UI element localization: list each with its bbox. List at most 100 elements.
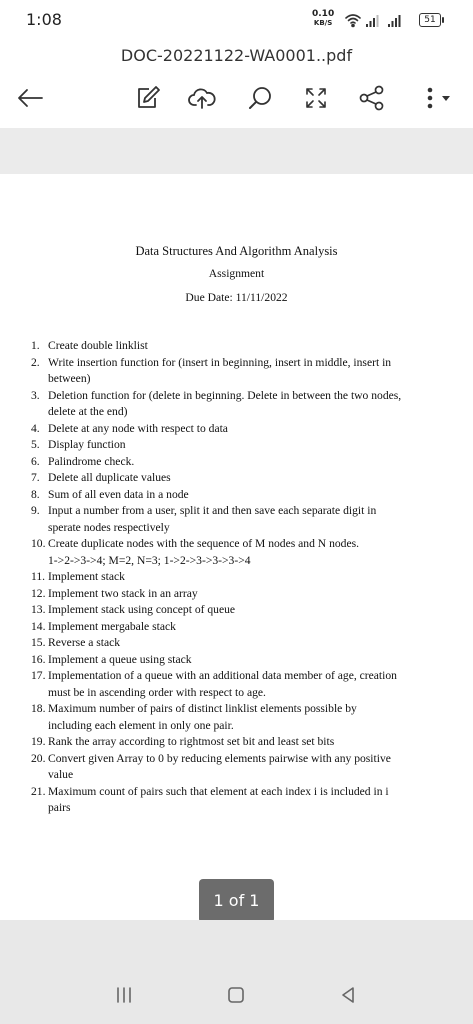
list-item-text: Deletion function for (delete in beginni… xyxy=(48,388,402,402)
list-item-text: Implement a queue using stack xyxy=(48,652,192,666)
list-item-text: pairs xyxy=(48,801,71,814)
list-item-text: Palindrome check. xyxy=(48,454,135,468)
recent-apps-icon xyxy=(117,987,131,1003)
status-time: 1:08 xyxy=(26,10,62,29)
list-item-text: Delete all duplicate values xyxy=(48,471,171,484)
list-item-text: sperate nodes respectively xyxy=(48,520,170,534)
list-item: 3. Deletion function for (delete in begin… xyxy=(31,388,451,421)
list-item-text: including each element in only one pair. xyxy=(48,718,234,732)
list-item: 9. Input a number from a user, split it a… xyxy=(31,503,451,536)
list-item: 21. Maximum count of pairs such that elem… xyxy=(31,784,451,817)
status-bar: 1:08 0.10 KB/S 51 xyxy=(0,0,473,40)
list-item-text: value xyxy=(48,768,74,781)
back-button[interactable] xyxy=(332,982,364,1008)
back-arrow-button[interactable] xyxy=(14,82,46,114)
home-icon xyxy=(228,987,244,1003)
list-item-number: 4. xyxy=(31,421,40,435)
recent-apps-button[interactable] xyxy=(108,982,140,1008)
fullscreen-icon xyxy=(306,88,326,108)
share-button[interactable] xyxy=(356,82,388,114)
cloud-upload-button[interactable] xyxy=(186,82,218,114)
search-icon xyxy=(249,87,271,109)
list-item-text: must be in ascending order with respect … xyxy=(48,685,266,699)
list-item: 2. Write insertion function for (insert i… xyxy=(31,355,451,388)
more-icon xyxy=(427,87,450,109)
search-button[interactable] xyxy=(244,82,276,114)
pdf-page: Data Structures And Algorithm Analysis A… xyxy=(0,174,473,920)
list-item-number: 21. xyxy=(31,784,46,798)
list-item: 8. Sum of all even data in a node xyxy=(31,487,451,504)
list-item: 1. Create double linklist xyxy=(31,338,451,355)
home-button[interactable] xyxy=(220,982,252,1008)
page-indicator: 1 of 1 xyxy=(199,879,274,923)
list-item: 13. Implement stack using concept of queu… xyxy=(31,602,451,619)
list-item-number: 10. xyxy=(31,537,46,550)
list-item-text: Delete at any node with respect to data xyxy=(48,421,228,435)
list-item-number: 1. xyxy=(31,339,40,352)
list-item: 4. Delete at any node with respect to dat… xyxy=(31,421,451,438)
more-button[interactable] xyxy=(416,82,460,114)
list-item-number: 13. xyxy=(31,603,46,616)
list-item: 11. Implement stack xyxy=(31,569,451,586)
toolbar xyxy=(0,70,473,126)
list-item-text: Create duplicate nodes with the sequence… xyxy=(48,537,360,550)
network-speed-value: 0.10 xyxy=(312,9,335,19)
cell-signal-2-icon xyxy=(388,15,401,27)
document-title: DOC-20221122-WA0001..pdf xyxy=(120,46,353,65)
list-item-number: 2. xyxy=(31,355,40,369)
list-item: 6. Palindrome check. xyxy=(31,454,451,471)
list-item: 14. Implement mergabale stack xyxy=(31,619,451,636)
list-item-text: Implement stack xyxy=(48,570,125,583)
page-title: Data Structures And Algorithm Analysis xyxy=(135,244,338,258)
list-item-number: 16. xyxy=(31,652,46,666)
list-item: 10. Create duplicate nodes with the seque… xyxy=(31,536,451,569)
list-item-text: Convert given Array to 0 by reducing ele… xyxy=(48,751,391,765)
list-item: 5. Display function xyxy=(31,437,451,454)
list-item-number: 9. xyxy=(31,504,40,517)
network-speed-unit: KB/S xyxy=(313,19,333,27)
list-item-number: 19. xyxy=(31,735,46,748)
list-item: 17. Implementation of a queue with an add… xyxy=(31,668,451,701)
list-item-text: Rank the array according to rightmost se… xyxy=(48,735,335,748)
battery-icon: 51 xyxy=(419,13,444,27)
page-gap xyxy=(0,128,473,174)
list-item-text: Display function xyxy=(48,438,126,451)
list-item: 18. Maximum number of pairs of distinct l… xyxy=(31,701,451,734)
page-subtitle: Assignment xyxy=(208,267,265,280)
list-item-text: between) xyxy=(48,372,91,385)
bottom-area xyxy=(0,920,473,1024)
list-item: 19. Rank the array according to rightmost… xyxy=(31,734,451,751)
list-item: 15. Reverse a stack xyxy=(31,635,451,652)
list-item-text: Write insertion function for (insert in … xyxy=(48,355,392,369)
list-item-text: Implement mergabale stack xyxy=(48,619,176,633)
network-speed: 0.10 KB/S xyxy=(312,10,334,28)
due-date: Due Date: 11/11/2022 xyxy=(185,291,288,304)
list-item-number: 18. xyxy=(31,702,46,715)
list-item: 12. Implement two stack in an array xyxy=(31,586,451,603)
list-item: 16. Implement a queue using stack xyxy=(31,652,451,669)
back-icon xyxy=(342,987,354,1003)
list-item: 7. Delete all duplicate values xyxy=(31,470,451,487)
edit-icon xyxy=(138,86,160,108)
list-item-number: 5. xyxy=(31,438,40,451)
cloud-upload-icon xyxy=(188,88,216,109)
list-item-number: 7. xyxy=(31,471,40,484)
assignment-list: 1. Create double linklist 2. Write insertio… xyxy=(31,338,451,817)
list-item-number: 14. xyxy=(31,619,46,633)
signal-icons xyxy=(345,14,401,28)
list-item-text: Reverse a stack xyxy=(48,636,121,649)
list-item-number: 17. xyxy=(31,669,46,682)
back-arrow-icon xyxy=(18,89,43,107)
list-item: 20. Convert given Array to 0 by reducing … xyxy=(31,751,451,784)
wifi-icon xyxy=(345,14,361,28)
list-item-text: Implementation of a queue with an additi… xyxy=(48,669,397,682)
list-item-number: 3. xyxy=(31,388,40,402)
list-item-text: Maximum count of pairs such that element… xyxy=(48,784,389,798)
list-item-text: Implement stack using concept of queue xyxy=(48,603,236,616)
cell-signal-icon xyxy=(366,15,379,27)
list-item-text: Sum of all even data in a node xyxy=(48,487,189,501)
fullscreen-button[interactable] xyxy=(300,82,332,114)
list-item-text: 1->2->3->4; M=2, N=3; 1->2->3->3->3->4 xyxy=(48,553,251,567)
edit-button[interactable] xyxy=(132,82,164,114)
list-item-text: Maximum number of pairs of distinct link… xyxy=(48,702,357,715)
